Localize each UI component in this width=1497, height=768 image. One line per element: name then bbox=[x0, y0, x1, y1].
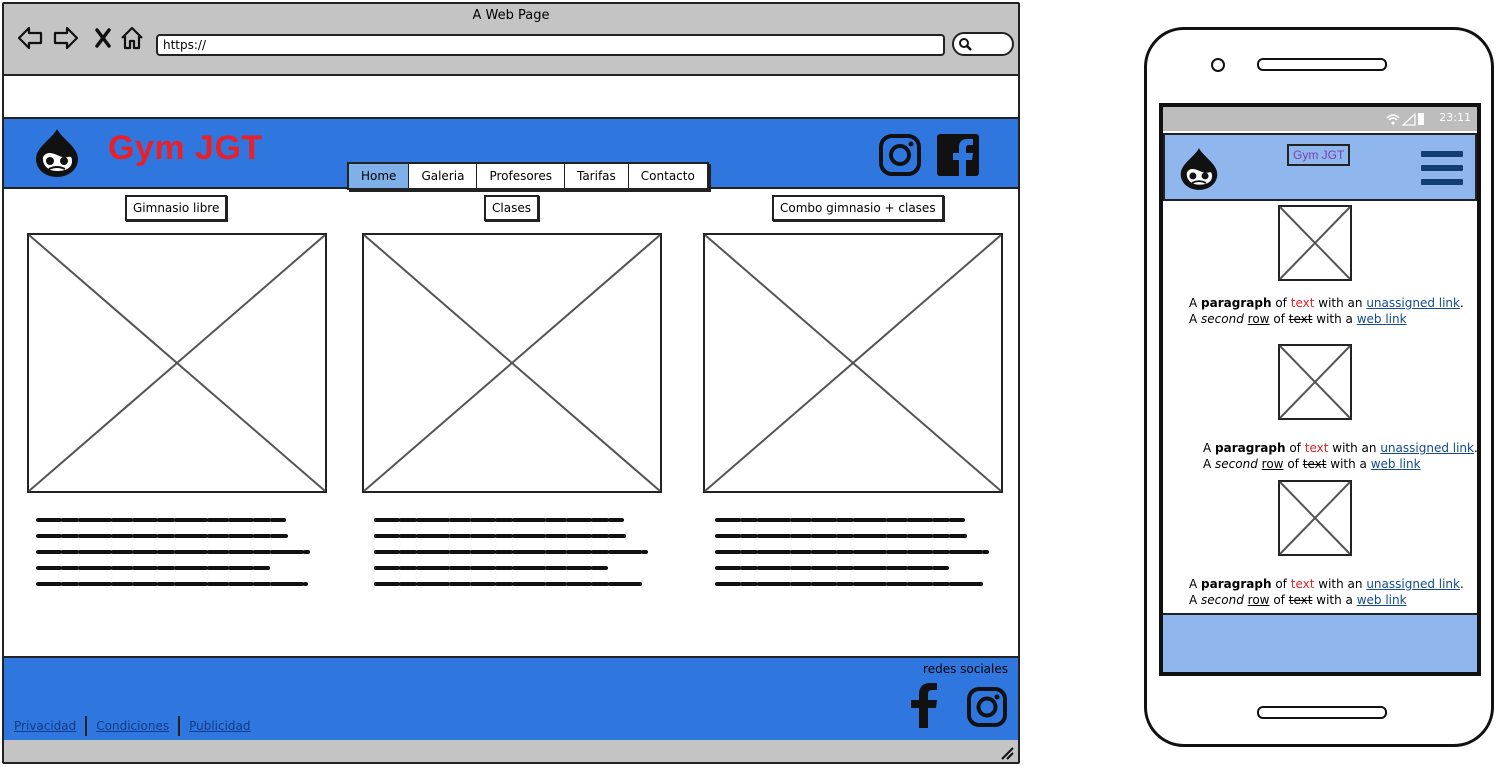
browser-window: A Web Page https:// Gym JGT Home Galeria… bbox=[2, 2, 1020, 764]
column-label-gimnasio-libre: Gimnasio libre bbox=[125, 195, 228, 221]
signal-battery-icons bbox=[1386, 112, 1424, 126]
mobile-screen: 23:11 Gym JGT A paragraph of text with a… bbox=[1159, 103, 1481, 676]
image-placeholder bbox=[1278, 344, 1352, 420]
mobile-time: 23:11 bbox=[1439, 111, 1471, 124]
facebook-icon[interactable] bbox=[936, 133, 980, 177]
image-placeholder bbox=[1278, 480, 1352, 556]
nav-tab-home[interactable]: Home bbox=[349, 164, 410, 188]
resize-grip-icon[interactable] bbox=[1000, 746, 1014, 760]
browser-chrome: A Web Page https:// bbox=[4, 4, 1018, 76]
footer-divider bbox=[85, 716, 88, 736]
footer-link-publicidad[interactable]: Publicidad bbox=[189, 719, 250, 733]
mobile-paragraph: A paragraph of text with an unassigned l… bbox=[1189, 296, 1464, 326]
column-label-clases: Clases bbox=[484, 195, 539, 221]
back-arrow-icon[interactable] bbox=[16, 24, 44, 52]
image-placeholder bbox=[1278, 205, 1352, 281]
placeholder-text-block bbox=[36, 518, 310, 586]
browser-status-bar bbox=[4, 740, 1018, 762]
site-header: Gym JGT Home Galeria Profesores Tarifas … bbox=[4, 117, 1018, 190]
unassigned-link[interactable]: unassigned link bbox=[1366, 577, 1460, 591]
web-link[interactable]: web link bbox=[1371, 457, 1421, 471]
site-footer: redes sociales Privacidad Condiciones Pu… bbox=[4, 656, 1018, 744]
footer-divider bbox=[178, 716, 181, 736]
nav-tab-contacto[interactable]: Contacto bbox=[628, 164, 707, 188]
drupal-logo-icon bbox=[1180, 148, 1218, 190]
window-title: A Web Page bbox=[472, 8, 550, 23]
home-button[interactable] bbox=[1257, 706, 1387, 719]
site-title: Gym JGT bbox=[108, 129, 263, 167]
mobile-header: Gym JGT bbox=[1163, 133, 1477, 201]
web-link[interactable]: web link bbox=[1357, 593, 1407, 607]
mobile-footer bbox=[1163, 613, 1477, 672]
close-x-icon[interactable] bbox=[90, 24, 118, 52]
web-link[interactable]: web link bbox=[1357, 312, 1407, 326]
footer-link-privacidad[interactable]: Privacidad bbox=[14, 719, 76, 733]
footer-link-condiciones[interactable]: Condiciones bbox=[96, 719, 169, 733]
speaker-grille bbox=[1257, 58, 1387, 71]
drupal-logo-icon bbox=[36, 129, 78, 177]
facebook-icon[interactable] bbox=[909, 682, 939, 728]
column-label-combo: Combo gimnasio + clases bbox=[772, 195, 944, 221]
search-icon bbox=[959, 38, 972, 51]
social-label: redes sociales bbox=[923, 662, 1008, 676]
nav-tab-tarifas[interactable]: Tarifas bbox=[564, 164, 629, 188]
nav-tab-profesores[interactable]: Profesores bbox=[477, 164, 565, 188]
unassigned-link[interactable]: unassigned link bbox=[1380, 441, 1474, 455]
mobile-paragraph: A paragraph of text with an unassigned l… bbox=[1203, 441, 1478, 471]
forward-arrow-icon[interactable] bbox=[52, 24, 80, 52]
mobile-title: Gym JGT bbox=[1287, 144, 1351, 166]
nav-tab-galeria[interactable]: Galeria bbox=[409, 164, 478, 188]
mobile-device: 23:11 Gym JGT A paragraph of text with a… bbox=[1144, 27, 1494, 747]
image-placeholder bbox=[362, 233, 662, 493]
mobile-status-bar: 23:11 bbox=[1163, 107, 1477, 131]
search-button[interactable] bbox=[952, 32, 1014, 56]
image-placeholder bbox=[703, 233, 1003, 493]
footer-links: Privacidad Condiciones Publicidad bbox=[14, 716, 251, 736]
image-placeholder bbox=[27, 233, 327, 493]
hamburger-menu-icon[interactable] bbox=[1421, 151, 1463, 193]
camera-icon bbox=[1211, 58, 1225, 72]
instagram-icon[interactable] bbox=[966, 686, 1008, 728]
mobile-paragraph: A paragraph of text with an unassigned l… bbox=[1189, 577, 1464, 607]
unassigned-link[interactable]: unassigned link bbox=[1366, 296, 1460, 310]
placeholder-text-block bbox=[715, 518, 989, 586]
main-nav: Home Galeria Profesores Tarifas Contacto bbox=[347, 162, 709, 190]
placeholder-text-block bbox=[374, 518, 648, 586]
home-icon[interactable] bbox=[118, 24, 146, 52]
url-input[interactable]: https:// bbox=[156, 34, 945, 56]
instagram-icon[interactable] bbox=[878, 133, 922, 177]
